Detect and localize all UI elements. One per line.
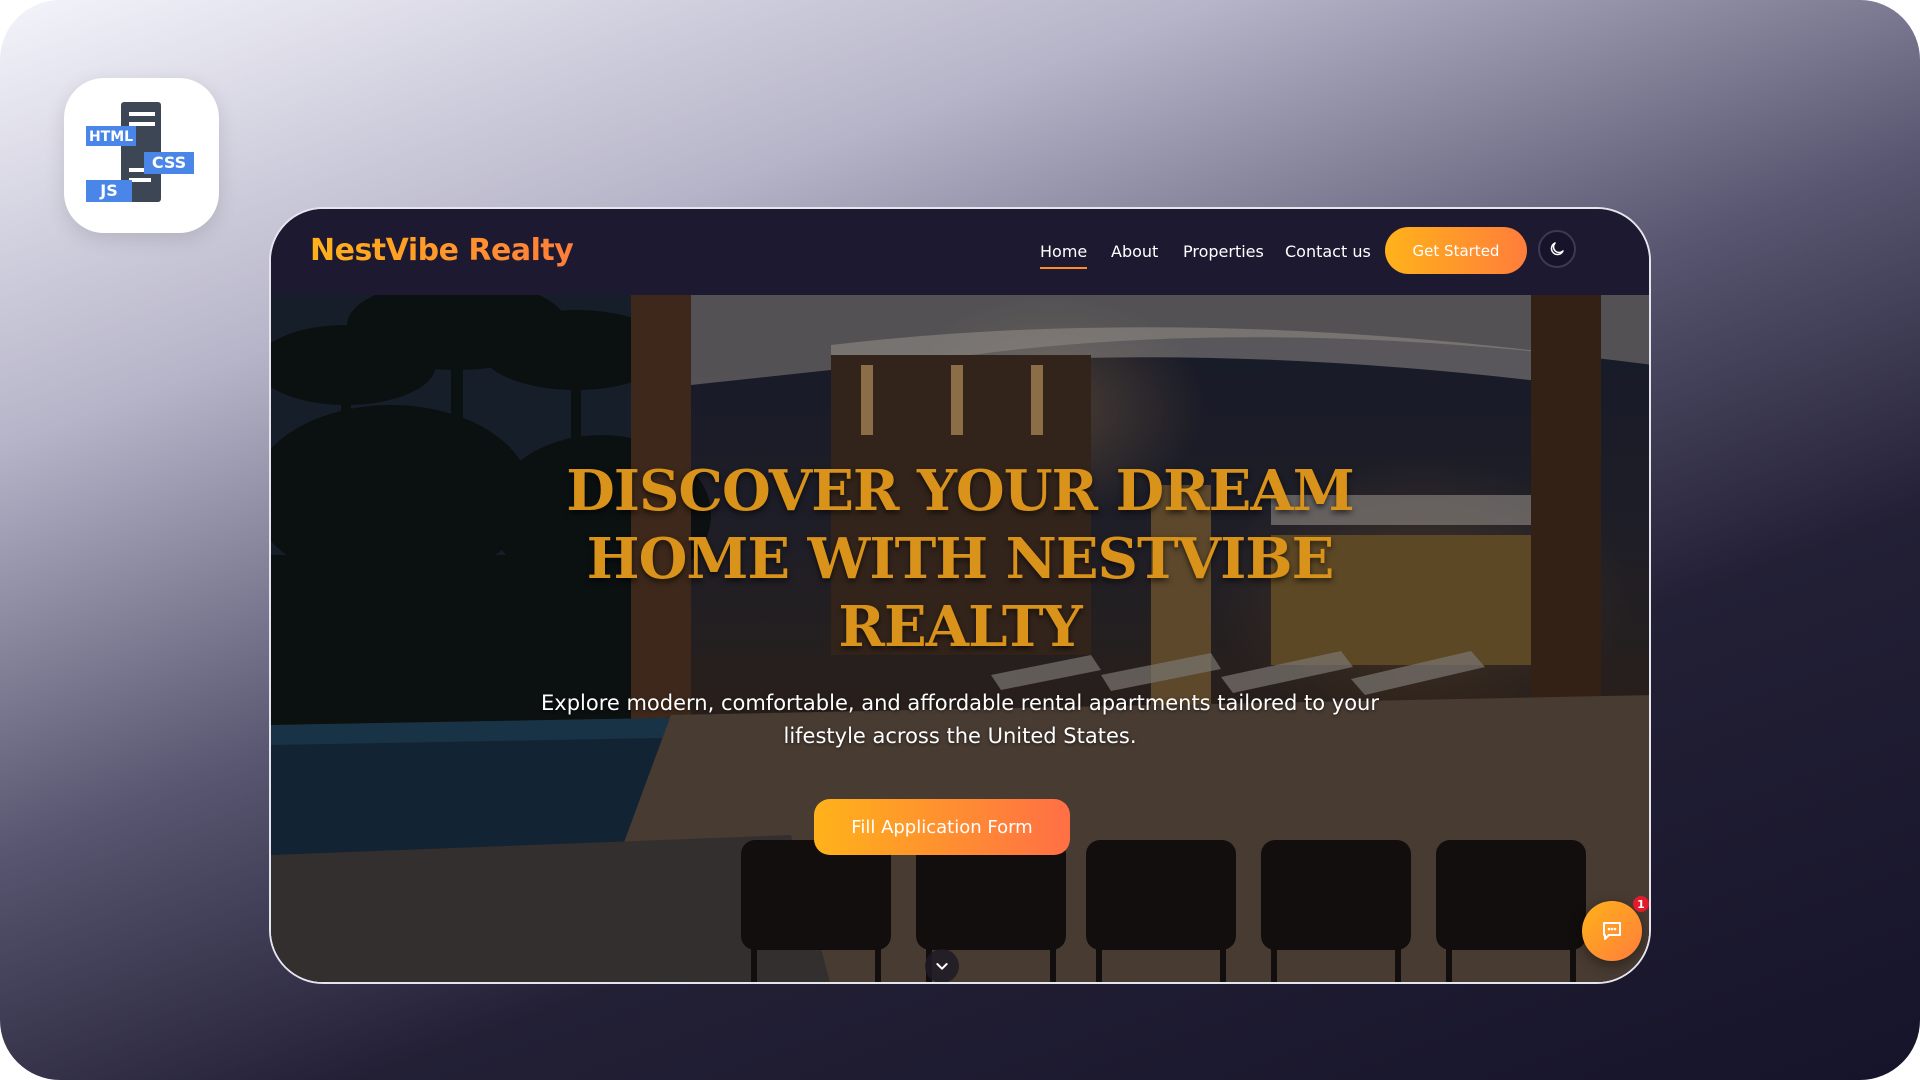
- hero-section: DISCOVER YOUR DREAM HOME WITH NESTVIBE R…: [271, 295, 1649, 982]
- moon-icon: [1550, 242, 1564, 256]
- hero-subtitle-line: lifestyle across the United States.: [783, 724, 1137, 748]
- hero-subtitle-line: Explore modern, comfortable, and afforda…: [541, 691, 1379, 715]
- css-label: CSS: [152, 153, 186, 172]
- website-preview-window: NestVibe Realty Home About Properties Co…: [269, 207, 1651, 984]
- hero-subtitle: Explore modern, comfortable, and afforda…: [271, 687, 1649, 753]
- html-css-js-app-icon: HTML CSS JS: [64, 78, 219, 233]
- theme-toggle-button[interactable]: [1538, 230, 1576, 268]
- chevron-down-icon: [936, 963, 948, 970]
- nav-link-contact[interactable]: Contact us: [1285, 242, 1371, 261]
- html-label: HTML: [89, 129, 133, 145]
- chat-notification-badge: 1: [1633, 896, 1649, 912]
- hero-title-line: DISCOVER YOUR DREAM: [566, 458, 1355, 524]
- hero-title: DISCOVER YOUR DREAM HOME WITH NESTVIBE R…: [271, 457, 1649, 661]
- hero-title-line: HOME WITH NESTVIBE: [586, 526, 1335, 592]
- js-label: JS: [99, 181, 117, 200]
- nav-link-properties[interactable]: Properties: [1183, 242, 1264, 261]
- get-started-button[interactable]: Get Started: [1385, 227, 1527, 274]
- chat-icon: [1603, 922, 1621, 940]
- scroll-down-button[interactable]: [925, 949, 959, 982]
- nav-link-home[interactable]: Home: [1040, 242, 1088, 269]
- navbar: NestVibe Realty Home About Properties Co…: [271, 209, 1649, 295]
- fill-application-form-button[interactable]: Fill Application Form: [814, 799, 1070, 855]
- hero-title-line: REALTY: [838, 594, 1082, 660]
- page-backdrop: HTML CSS JS NestVibe Realty Home About P…: [0, 0, 1920, 1080]
- chat-button[interactable]: [1582, 901, 1642, 961]
- nav-link-about[interactable]: About: [1111, 242, 1158, 261]
